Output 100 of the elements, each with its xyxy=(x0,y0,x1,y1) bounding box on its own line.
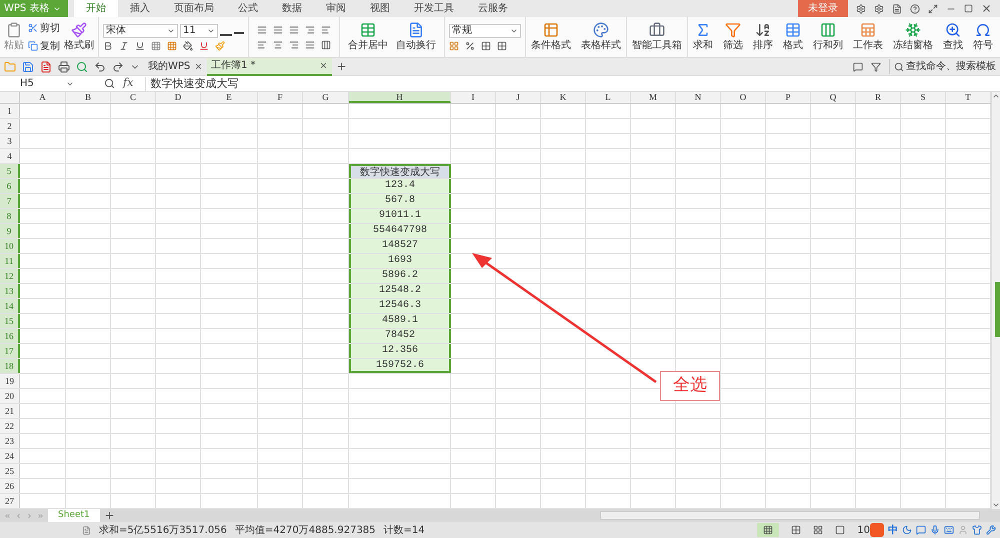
row-header[interactable]: 27 xyxy=(0,494,20,508)
ribbon-tool-button[interactable]: 排序 xyxy=(748,17,778,57)
close-icon[interactable] xyxy=(981,3,992,14)
shirt-icon[interactable] xyxy=(972,525,982,535)
column-header[interactable]: K xyxy=(541,92,586,103)
new-tab-icon[interactable] xyxy=(336,61,347,72)
row-header[interactable]: 22 xyxy=(0,419,20,433)
document-tab[interactable]: 我的WPS xyxy=(144,58,207,76)
column-header[interactable]: H xyxy=(349,92,451,103)
vertical-scrollbar[interactable] xyxy=(991,92,1000,509)
row-header[interactable]: 5 xyxy=(0,164,20,178)
microphone-icon[interactable] xyxy=(930,525,940,535)
close-icon[interactable] xyxy=(194,62,203,71)
column-header[interactable]: A xyxy=(20,92,66,103)
fill-color-icon[interactable] xyxy=(183,40,193,50)
justify-icon[interactable] xyxy=(305,40,315,50)
font-size-field[interactable]: 11 xyxy=(180,24,218,38)
cut-button[interactable]: 剪切 xyxy=(28,20,60,36)
zoom-level[interactable]: 10 xyxy=(857,522,870,538)
horizontal-scrollbar[interactable] xyxy=(600,511,980,520)
row-header[interactable]: 14 xyxy=(0,299,20,313)
ribbon-tool-button[interactable]: 查找 xyxy=(938,17,968,57)
ribbon-tool-button[interactable]: 条件格式 xyxy=(526,17,576,57)
column-header[interactable]: S xyxy=(901,92,946,103)
row-header[interactable]: 9 xyxy=(0,224,20,238)
italic-icon[interactable] xyxy=(119,40,129,50)
row-header[interactable]: 26 xyxy=(0,479,20,493)
column-header[interactable]: P xyxy=(766,92,811,103)
bold-icon[interactable] xyxy=(103,40,113,50)
normal-view-button[interactable] xyxy=(757,523,780,537)
column-header[interactable]: M xyxy=(631,92,676,103)
column-header[interactable]: D xyxy=(156,92,201,103)
indent-icon[interactable] xyxy=(305,24,315,34)
row-header[interactable]: 4 xyxy=(0,149,20,163)
menu-tab[interactable]: 数据 xyxy=(270,0,314,17)
row-header[interactable]: 11 xyxy=(0,254,20,268)
row-header[interactable]: 12 xyxy=(0,269,20,283)
ribbon-tool-button[interactable]: 格式 xyxy=(778,17,808,57)
wrench-icon[interactable] xyxy=(986,525,996,535)
document-tab[interactable]: 工作簿1 * xyxy=(207,58,332,76)
menu-tab[interactable]: 云服务 xyxy=(466,0,520,17)
column-header[interactable]: L xyxy=(586,92,631,103)
help-icon[interactable] xyxy=(910,4,920,14)
redo-icon[interactable] xyxy=(112,60,124,72)
save-icon[interactable] xyxy=(22,60,34,72)
command-search-field[interactable]: 查找命令、搜索模板 xyxy=(889,59,1000,74)
restore-icon[interactable] xyxy=(964,4,973,13)
merge-center-button[interactable]: 合并居中 xyxy=(348,22,388,52)
cell-style-icon[interactable] xyxy=(167,40,177,50)
copy-button[interactable]: 复制 xyxy=(28,38,60,54)
ribbon-tool-button[interactable]: 智能工具箱 xyxy=(626,17,688,57)
ribbon-tool-button[interactable]: 求和 xyxy=(688,17,718,57)
align-middle-icon[interactable] xyxy=(273,24,283,34)
row-header[interactable]: 25 xyxy=(0,464,20,478)
row-header[interactable]: 23 xyxy=(0,434,20,448)
row-header[interactable]: 20 xyxy=(0,389,20,403)
zoom-icon[interactable] xyxy=(104,78,115,89)
row-header[interactable]: 13 xyxy=(0,284,20,298)
wrap-text-button[interactable]: 自动换行 xyxy=(396,22,436,52)
row-header[interactable]: 7 xyxy=(0,194,20,208)
align-bottom-icon[interactable] xyxy=(289,24,299,34)
menu-tab[interactable]: 视图 xyxy=(358,0,402,17)
column-header[interactable]: I xyxy=(451,92,496,103)
number-format-field[interactable]: 常规 xyxy=(449,24,521,38)
border-icon[interactable] xyxy=(151,40,161,50)
ribbon-tool-button[interactable]: 冻结窗格 xyxy=(888,17,938,57)
menu-tab[interactable]: 开发工具 xyxy=(402,0,466,17)
settings-icon[interactable] xyxy=(874,4,884,14)
outdent-icon[interactable] xyxy=(321,24,331,34)
paste-button[interactable]: 粘贴 xyxy=(4,22,24,52)
column-header[interactable]: Q xyxy=(811,92,856,103)
ribbon-tool-button[interactable]: 行和列 xyxy=(808,17,848,57)
row-header[interactable]: 2 xyxy=(0,119,20,133)
font-color-icon[interactable] xyxy=(199,40,209,50)
row-header[interactable]: 16 xyxy=(0,329,20,343)
column-header[interactable]: C xyxy=(111,92,156,103)
align-left-icon[interactable] xyxy=(257,40,267,50)
row-header[interactable]: 19 xyxy=(0,374,20,388)
print-icon[interactable] xyxy=(58,60,70,72)
row-header[interactable]: 6 xyxy=(0,179,20,193)
row-header[interactable]: 10 xyxy=(0,239,20,253)
row-header[interactable]: 3 xyxy=(0,134,20,148)
reading-view-icon[interactable] xyxy=(813,525,824,535)
column-header[interactable]: O xyxy=(721,92,766,103)
percent-icon[interactable] xyxy=(465,40,475,50)
row-header[interactable]: 18 xyxy=(0,359,20,373)
keyboard-icon[interactable] xyxy=(944,525,954,535)
align-top-icon[interactable] xyxy=(257,24,267,34)
align-right-icon[interactable] xyxy=(289,40,299,50)
page-break-view-icon[interactable] xyxy=(791,525,802,535)
menu-tab[interactable]: 页面布局 xyxy=(162,0,226,17)
ribbon-tool-button[interactable]: 表格样式 xyxy=(576,17,626,57)
row-header[interactable]: 15 xyxy=(0,314,20,328)
ribbon-tool-button[interactable]: 符号 xyxy=(968,17,998,57)
ribbon-tool-button[interactable]: 工作表 xyxy=(848,17,888,57)
column-header[interactable]: F xyxy=(258,92,303,103)
column-header[interactable]: J xyxy=(496,92,541,103)
fullscreen-icon[interactable] xyxy=(928,4,938,14)
undo-icon[interactable] xyxy=(94,60,106,72)
menu-tab[interactable]: 开始 xyxy=(74,0,118,17)
